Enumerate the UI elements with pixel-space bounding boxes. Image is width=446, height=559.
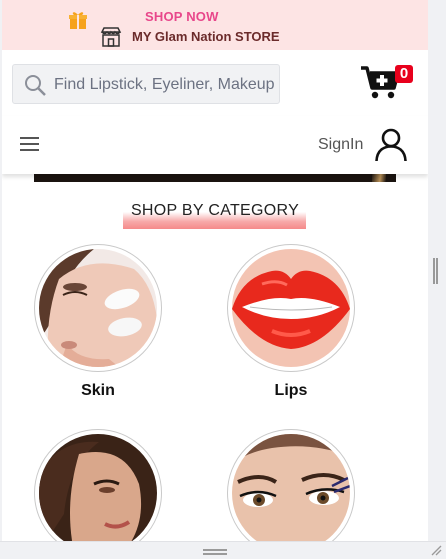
- section-title: SHOP BY CATEGORY: [2, 202, 428, 220]
- category-image-skin[interactable]: [39, 249, 157, 367]
- search-placeholder: Find Lipstick, Eyeliner, Makeup: [54, 76, 275, 93]
- category-image-face[interactable]: [39, 434, 157, 541]
- section-title-text: SHOP BY CATEGORY: [130, 202, 300, 219]
- category-label[interactable]: Lips: [227, 382, 355, 400]
- category-image-eyes[interactable]: [232, 434, 350, 541]
- category-image-frame[interactable]: [34, 429, 162, 541]
- promo-bar[interactable]: SHOP NOW MY Glam Nation STORE: [2, 0, 428, 50]
- category-lips[interactable]: Lips: [227, 244, 355, 399]
- store-page: SHOP NOW MY Glam Nation STORE Find Lipst…: [2, 0, 428, 541]
- user-icon[interactable]: [374, 128, 408, 162]
- category-tile[interactable]: [34, 429, 162, 541]
- category-label[interactable]: Skin: [34, 382, 162, 400]
- shop-now-link[interactable]: SHOP NOW: [145, 9, 219, 24]
- search-input[interactable]: Find Lipstick, Eyeliner, Makeup: [12, 64, 280, 104]
- category-image-lips[interactable]: [232, 249, 350, 367]
- category-image-frame[interactable]: [227, 429, 355, 541]
- hamburger-menu-icon[interactable]: [20, 137, 39, 153]
- gift-icon: [69, 12, 87, 29]
- scrollbar-handle[interactable]: [433, 258, 438, 284]
- search-icon: [25, 75, 46, 96]
- cart-count-badge: 0: [395, 65, 413, 83]
- category-skin[interactable]: Skin: [34, 244, 162, 399]
- store-icon: [100, 27, 122, 47]
- signin-link[interactable]: SignIn: [318, 136, 363, 154]
- category-image-frame[interactable]: [227, 244, 355, 372]
- category-tile[interactable]: [227, 429, 355, 541]
- store-name[interactable]: MY Glam Nation STORE: [132, 29, 280, 44]
- drag-handle-icon[interactable]: [203, 549, 227, 555]
- category-image-frame[interactable]: [34, 244, 162, 372]
- cart-plus-icon[interactable]: [360, 64, 400, 100]
- resize-grip-icon[interactable]: [430, 544, 442, 556]
- nav-bar: SignIn: [2, 116, 428, 174]
- page: SHOP NOW MY Glam Nation STORE Find Lipst…: [0, 0, 446, 559]
- window-bottom-bar: [0, 541, 446, 559]
